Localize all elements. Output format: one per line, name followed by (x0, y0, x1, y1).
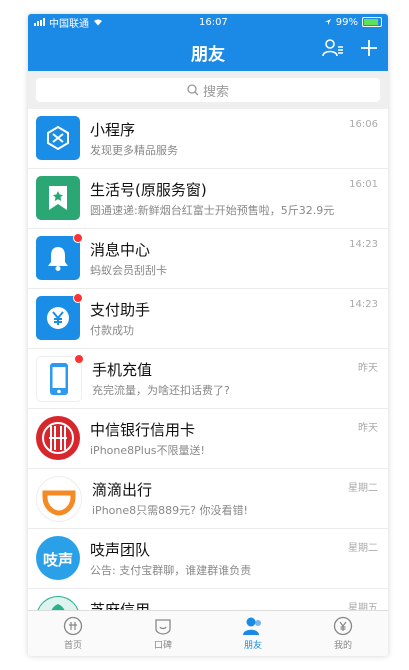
home-icon (63, 616, 83, 636)
didi-logo-icon (39, 479, 79, 519)
bell-icon (45, 244, 71, 272)
unread-dot (73, 233, 83, 243)
battery-label: 99% (335, 16, 358, 28)
mini-program-icon (44, 124, 72, 152)
chat-preview: 充完流量，为啥还扣话费了? (92, 384, 230, 397)
chat-list-item[interactable]: 生活号(原服务窗) 圆通速递:新鲜烟台红富士开始预售啦，5斤32.9元 16:01 (28, 169, 388, 229)
unread-dot (74, 354, 84, 364)
chat-list-item[interactable]: 手机充值充完流量，为啥还扣话费了? 昨天 (28, 349, 388, 409)
chat-list-item[interactable]: 消息中心蚂蚁会员刮刮卡 14:23 (28, 229, 388, 289)
chat-preview: 公告: 支付宝群聊，谁建群谁负责 (90, 564, 252, 577)
chat-avatar (36, 476, 82, 522)
chat-list-item[interactable]: 吱声 吱声团队公告: 支付宝群聊，谁建群谁负责 星期二 (28, 529, 388, 589)
citic-logo-icon (36, 416, 80, 460)
signal-icon (34, 18, 45, 26)
chat-time: 14:23 (349, 239, 378, 250)
search-bar[interactable]: 搜索 (36, 78, 380, 102)
friends-icon (242, 616, 264, 636)
chat-name: 吱声团队 (90, 541, 151, 559)
chat-preview: 发现更多精品服务 (90, 144, 178, 157)
chat-list-item[interactable]: 小程序发现更多精品服务 16:06 (28, 109, 388, 169)
chat-avatar (36, 116, 80, 160)
chat-avatar (36, 176, 80, 220)
chat-time: 星期二 (348, 483, 378, 494)
zhisheng-logo-icon: 吱声 (36, 536, 80, 580)
chat-avatar (36, 354, 84, 402)
chat-name: 消息中心 (90, 241, 151, 259)
chat-preview: iPhone8Plus不限量送! (90, 444, 205, 457)
chat-name: 支付助手 (90, 301, 151, 319)
koubei-icon (153, 616, 173, 636)
chat-list-item[interactable]: 滴滴出行 iPhone8只需889元? 你没看错! 星期二 (28, 469, 388, 529)
contacts-icon[interactable] (322, 38, 344, 58)
yuan-icon (44, 304, 72, 332)
chat-list-item[interactable]: 中信银行信用卡 iPhone8Plus不限量送! 昨天 (28, 409, 388, 469)
chat-time: 星期二 (348, 543, 378, 554)
wifi-icon (94, 19, 102, 26)
chat-avatar (36, 416, 80, 460)
chat-avatar (36, 293, 83, 340)
chat-preview: 圆通速递:新鲜烟台红富士开始预售啦，5斤32.9元 (90, 204, 335, 217)
tab-label: 朋友 (243, 641, 262, 651)
chat-time: 昨天 (358, 423, 378, 434)
chat-avatar: 吱声 (36, 536, 80, 580)
svg-text:吱声: 吱声 (43, 551, 73, 569)
tab-mine[interactable]: 我的 (298, 611, 388, 656)
chat-avatar (36, 233, 83, 280)
mine-icon (333, 616, 353, 636)
battery-icon (362, 17, 382, 27)
chat-name: 滴滴出行 (92, 481, 153, 499)
chat-time: 14:23 (349, 299, 378, 310)
chat-time: 16:01 (349, 179, 378, 190)
add-icon[interactable] (360, 39, 378, 57)
tab-label: 口碑 (153, 641, 172, 651)
tab-friends[interactable]: 朋友 (208, 611, 298, 656)
location-icon (324, 19, 331, 25)
tab-label: 首页 (63, 641, 82, 651)
unread-dot (73, 293, 83, 303)
top-bar: 中国联通 16:07 99% 朋友 (28, 14, 388, 71)
phone-screen: 中国联通 16:07 99% 朋友 搜索 小程序发现更多精品服务 16:06 生活号… (28, 14, 388, 656)
tab-koubei[interactable]: 口碑 (118, 611, 208, 656)
tab-label: 我的 (333, 641, 352, 651)
carrier-label: 中国联通 (49, 18, 89, 30)
chat-name: 手机充值 (92, 361, 153, 379)
status-bar: 中国联通 16:07 99% (28, 14, 388, 30)
chat-name: 生活号(原服务窗) (90, 181, 207, 199)
tab-home[interactable]: 首页 (28, 611, 118, 656)
life-account-icon (46, 184, 70, 212)
chat-list: 小程序发现更多精品服务 16:06 生活号(原服务窗) 圆通速递:新鲜烟台红富士开始预… (28, 109, 388, 649)
chat-preview: 付款成功 (90, 324, 134, 337)
chat-preview: iPhone8只需889元? 你没看错! (92, 504, 248, 517)
chat-name: 小程序 (90, 121, 136, 139)
tab-bar: 首页 口碑 朋友 我的 (28, 610, 388, 656)
clock: 16:07 (198, 16, 228, 28)
chat-name: 中信银行信用卡 (90, 421, 196, 439)
search-placeholder: 搜索 (202, 84, 229, 100)
search-icon (187, 84, 199, 96)
chat-preview: 蚂蚁会员刮刮卡 (90, 264, 167, 277)
chat-time: 16:06 (349, 119, 378, 130)
chat-list-item[interactable]: 支付助手付款成功 14:23 (28, 289, 388, 349)
phone-icon (48, 362, 70, 396)
chat-time: 昨天 (358, 363, 378, 374)
